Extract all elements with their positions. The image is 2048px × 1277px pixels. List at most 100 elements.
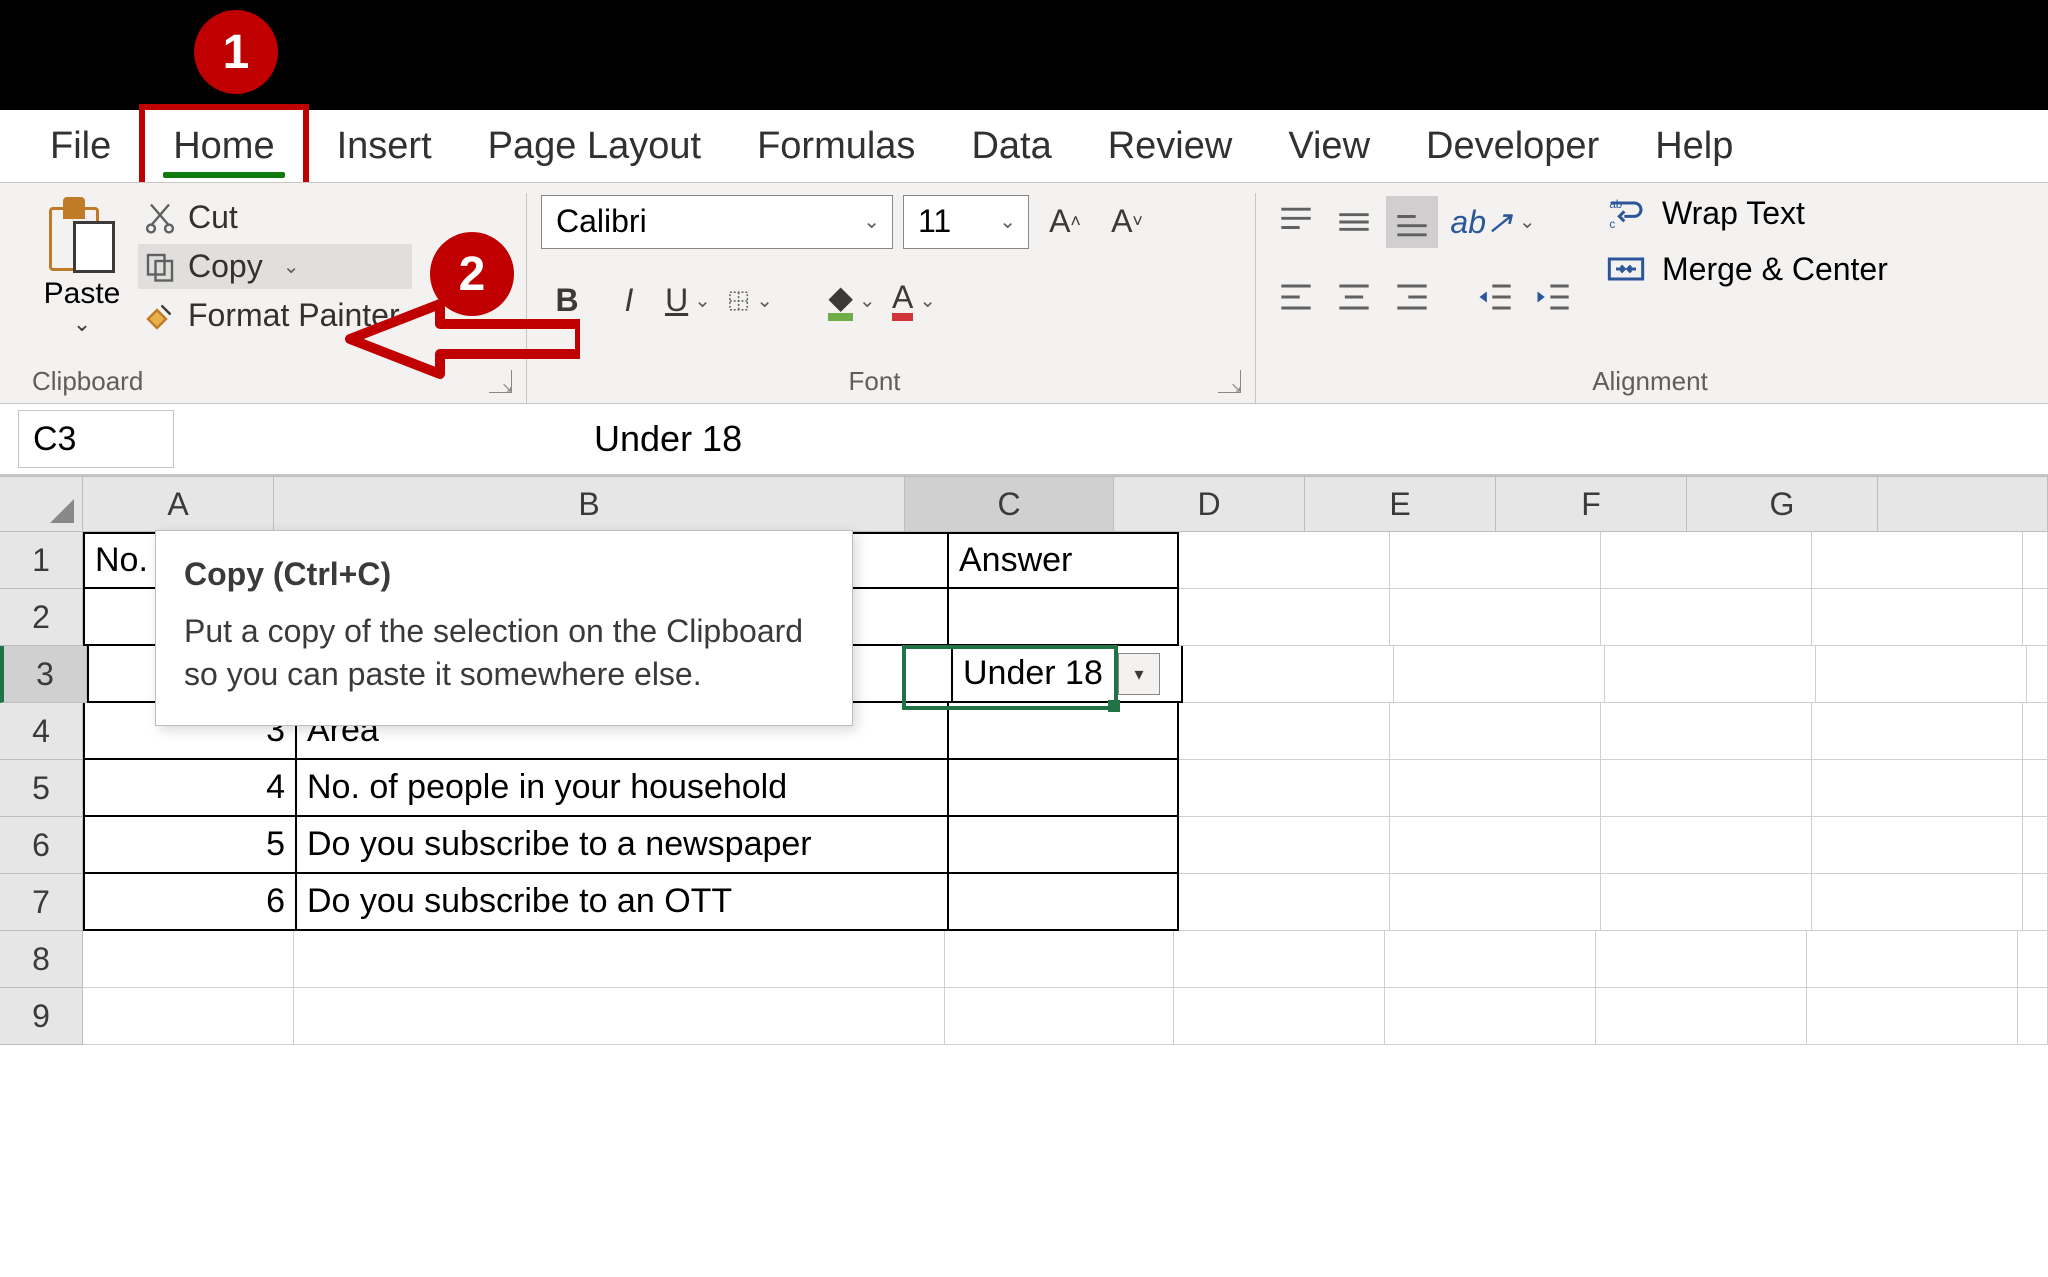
tab-review[interactable]: Review [1080,110,1261,182]
column-header-G[interactable]: G [1687,477,1878,532]
cell-G7[interactable] [1812,874,2023,931]
row-header-6[interactable]: 6 [0,817,83,874]
cell-D7[interactable] [1179,874,1390,931]
row-header-7[interactable]: 7 [0,874,83,931]
cell-E4[interactable] [1390,703,1601,760]
cell-G4[interactable] [1812,703,2023,760]
cell-G8[interactable] [1807,931,2018,988]
cell-D3[interactable] [1183,646,1394,703]
column-header-A[interactable]: A [83,477,274,532]
column-header-C[interactable]: C [905,477,1114,532]
cell-F5[interactable] [1601,760,1812,817]
align-right-button[interactable] [1386,271,1438,323]
paste-button[interactable]: Paste ⌄ [32,193,132,337]
cell-F3[interactable] [1605,646,1816,703]
align-left-button[interactable] [1270,271,1322,323]
cell-A7[interactable]: 6 [83,874,297,931]
tab-page-layout[interactable]: Page Layout [460,110,729,182]
cell-D2[interactable] [1179,589,1390,646]
cell-D4[interactable] [1179,703,1390,760]
tab-help[interactable]: Help [1627,110,1761,182]
cell-G5[interactable] [1812,760,2023,817]
underline-button[interactable]: U⌄ [665,275,717,327]
align-center-button[interactable] [1328,271,1380,323]
copy-dropdown-icon[interactable]: ⌄ [277,254,306,279]
cell-D9[interactable] [1174,988,1385,1045]
row-header-9[interactable]: 9 [0,988,83,1045]
column-header-E[interactable]: E [1305,477,1496,532]
column-header-D[interactable]: D [1114,477,1305,532]
tab-developer[interactable]: Developer [1398,110,1627,182]
align-top-button[interactable] [1270,196,1322,248]
decrease-indent-button[interactable] [1470,271,1522,323]
cell-G3[interactable] [1816,646,2027,703]
increase-font-size-button[interactable]: A˄ [1039,196,1091,248]
tab-view[interactable]: View [1260,110,1398,182]
cell-C9[interactable] [945,988,1174,1045]
row-header-1[interactable]: 1 [0,532,83,589]
cell-E7[interactable] [1390,874,1601,931]
cell-A6[interactable]: 5 [83,817,297,874]
cell-D6[interactable] [1179,817,1390,874]
row-header-4[interactable]: 4 [0,703,83,760]
cell-A9[interactable] [83,988,294,1045]
tab-insert[interactable]: Insert [309,110,460,182]
cell-B6[interactable]: Do you subscribe to a newspaper [297,817,949,874]
borders-button[interactable]: ⌄ [727,275,779,327]
cell-F8[interactable] [1596,931,1807,988]
cell-D5[interactable] [1179,760,1390,817]
increase-indent-button[interactable] [1528,271,1580,323]
name-box[interactable]: C3 [18,410,174,468]
cell-dropdown-button[interactable]: ▾ [1118,653,1160,695]
tab-file[interactable]: File [22,110,139,182]
cell-G6[interactable] [1812,817,2023,874]
cell-F1[interactable] [1601,532,1812,589]
cell-A5[interactable]: 4 [83,760,297,817]
wrap-text-button[interactable]: abc Wrap Text [1606,193,1888,233]
tab-formulas[interactable]: Formulas [729,110,943,182]
cell-F7[interactable] [1601,874,1812,931]
merge-center-button[interactable]: Merge & Center [1606,249,1888,289]
row-header-3[interactable]: 3 [0,646,87,703]
cell-E9[interactable] [1385,988,1596,1045]
row-header-5[interactable]: 5 [0,760,83,817]
orientation-button[interactable]: ab↗⌄ [1470,196,1522,248]
cell-B8[interactable] [294,931,945,988]
tab-home[interactable]: Home [139,104,308,188]
font-size-combo[interactable]: 11 ⌄ [903,195,1029,249]
cell-C5[interactable] [949,760,1179,817]
cell-C7[interactable] [949,874,1179,931]
cell-G9[interactable] [1807,988,2018,1045]
cell-C1[interactable]: Answer [949,532,1179,589]
cell-G2[interactable] [1812,589,2023,646]
cell-A8[interactable] [83,931,294,988]
cell-B5[interactable]: No. of people in your household [297,760,949,817]
font-name-combo[interactable]: Calibri ⌄ [541,195,893,249]
cell-C2[interactable] [949,589,1179,646]
decrease-font-size-button[interactable]: A˅ [1101,196,1153,248]
cell-G1[interactable] [1812,532,2023,589]
cell-D8[interactable] [1174,931,1385,988]
row-header-8[interactable]: 8 [0,931,83,988]
italic-button[interactable]: I [603,275,655,327]
cell-E3[interactable] [1394,646,1605,703]
cell-B9[interactable] [294,988,945,1045]
cell-F6[interactable] [1601,817,1812,874]
cell-F2[interactable] [1601,589,1812,646]
cell-F9[interactable] [1596,988,1807,1045]
tab-data[interactable]: Data [943,110,1079,182]
cell-D1[interactable] [1179,532,1390,589]
font-dialog-launcher[interactable] [1218,370,1241,393]
cell-E6[interactable] [1390,817,1601,874]
formula-bar-value[interactable]: Under 18 [174,418,2048,460]
cell-E2[interactable] [1390,589,1601,646]
cell-E8[interactable] [1385,931,1596,988]
row-header-2[interactable]: 2 [0,589,83,646]
copy-button[interactable]: Copy ⌄ [138,244,412,289]
align-bottom-button[interactable] [1386,196,1438,248]
cell-E1[interactable] [1390,532,1601,589]
align-middle-button[interactable] [1328,196,1380,248]
cell-C8[interactable] [945,931,1174,988]
cell-F4[interactable] [1601,703,1812,760]
cell-E5[interactable] [1390,760,1601,817]
